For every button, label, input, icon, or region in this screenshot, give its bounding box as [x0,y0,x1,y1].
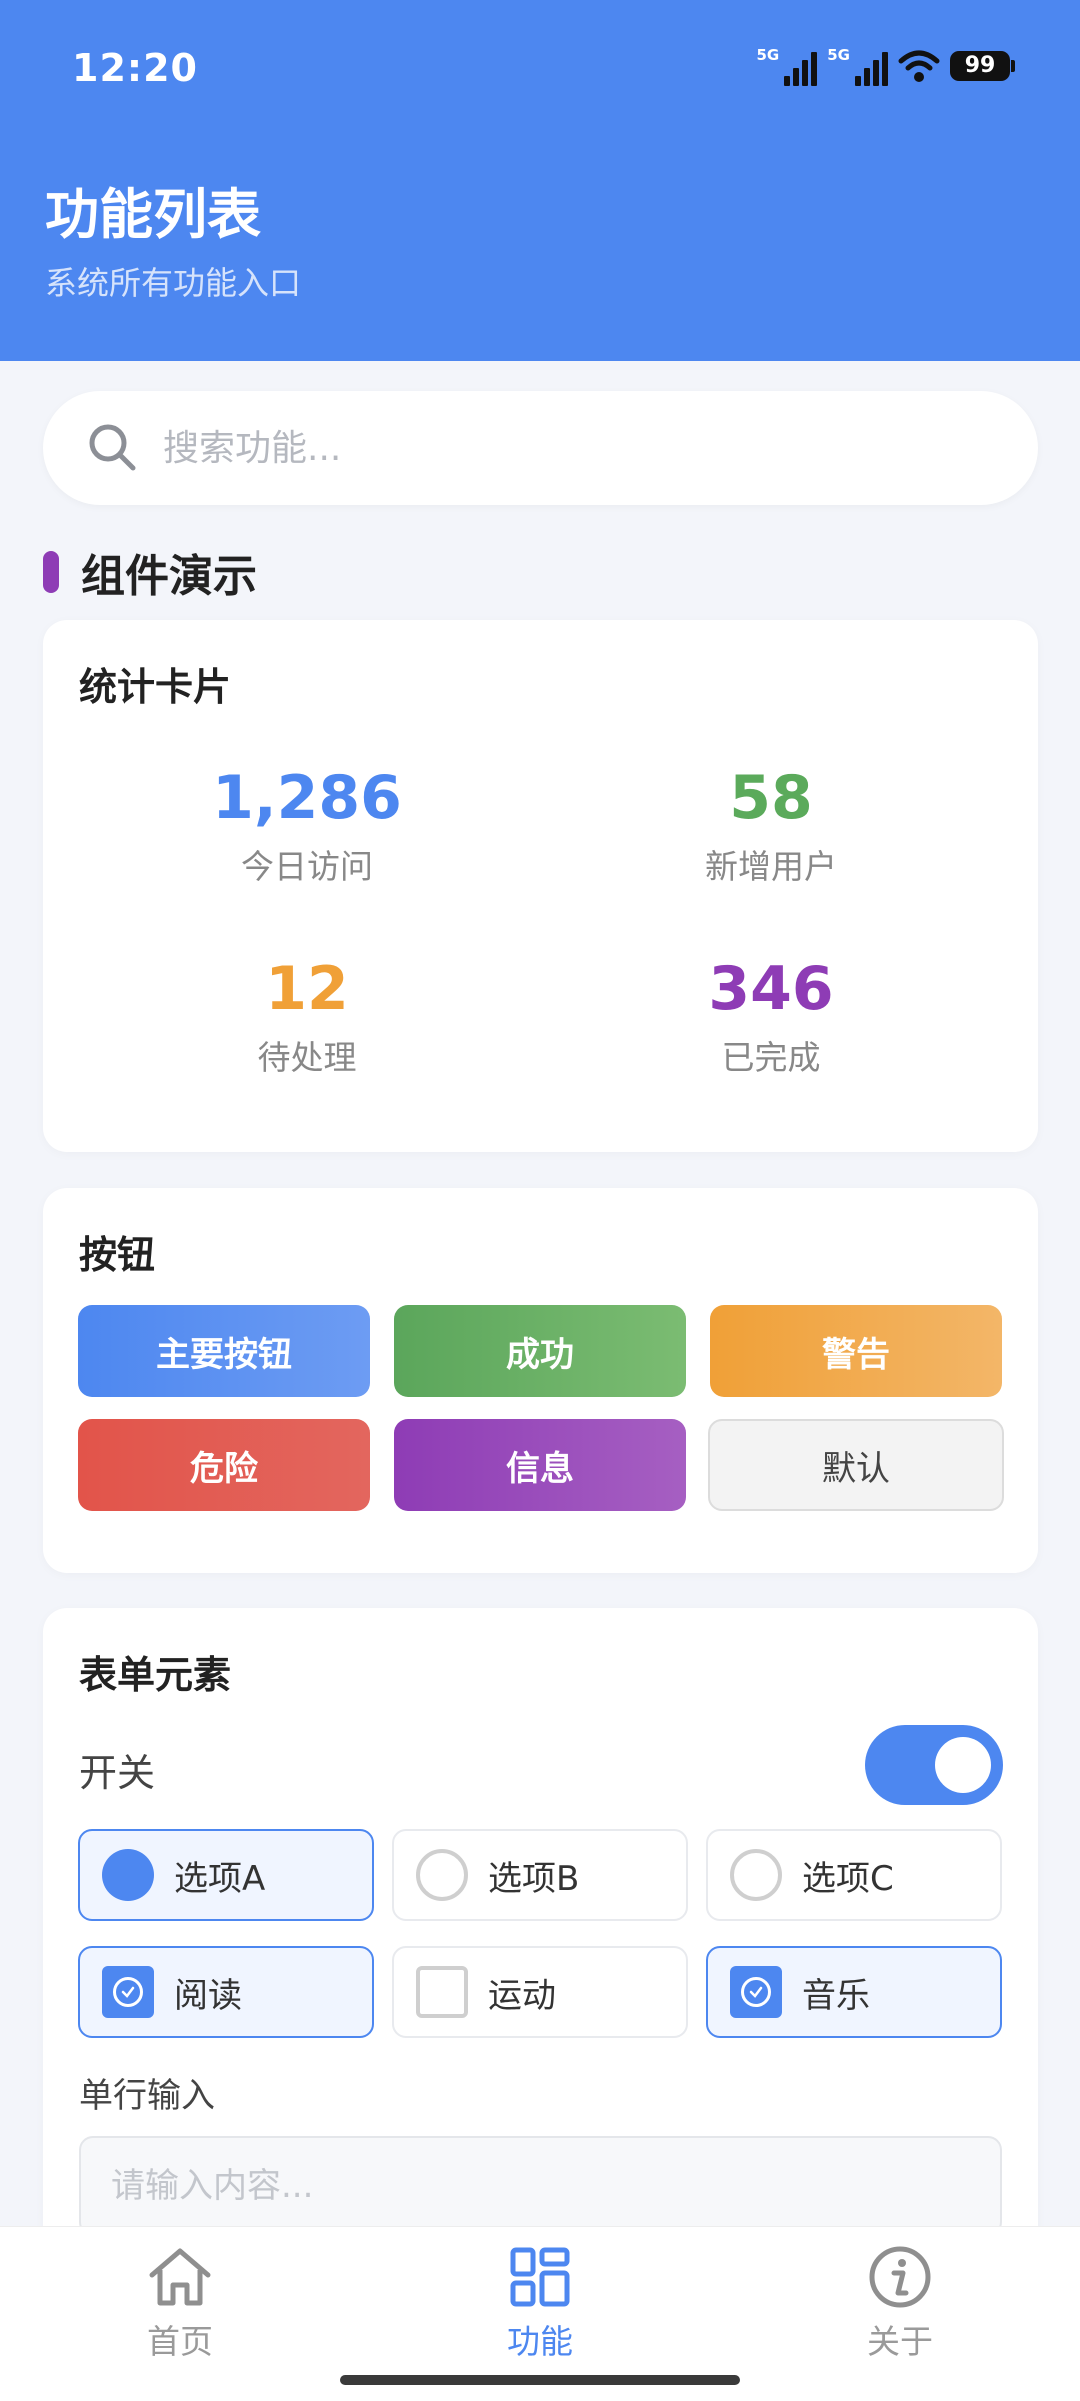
buttons-card-title: 按钮 [79,1233,156,1277]
tab-about-label: 关于 [867,2322,933,2361]
stat-label: 待处理 [257,1038,357,1077]
app-header: 12:20 5G 5G 99 功能列表 系统所有功能入口 [0,0,1080,361]
toggle-switch[interactable] [865,1725,1003,1805]
tab-home[interactable]: 首页 [0,2227,360,2367]
search-bar[interactable] [43,391,1038,505]
section-heading: 组件演示 [43,540,257,604]
radio-label: 选项B [488,1858,580,1899]
toggle-knob [935,1737,991,1793]
radio-option-c[interactable]: 选项C [706,1829,1002,1921]
stat-item: 12 待处理 [107,953,507,1079]
checkbox-music[interactable]: 音乐 [706,1946,1002,2038]
cellular-signal-icon: 5G [827,46,888,86]
checkbox-checked-icon [730,1966,782,2018]
home-icon [149,2248,211,2306]
warning-button[interactable]: 警告 [710,1305,1002,1397]
search-input[interactable] [161,426,985,470]
battery-icon: 99 [950,51,1015,81]
stat-label: 今日访问 [241,847,373,886]
search-icon [89,424,136,471]
stat-value: 346 [708,954,834,1024]
success-button[interactable]: 成功 [394,1305,686,1397]
radio-option-b[interactable]: 选项B [392,1829,688,1921]
switch-label: 开关 [79,1751,156,1795]
info-icon [869,2246,931,2308]
home-indicator [340,2375,740,2385]
grid-icon [510,2247,570,2307]
stat-item: 1,286 今日访问 [107,762,507,888]
tab-features[interactable]: 功能 [360,2227,720,2367]
stats-card: 统计卡片 1,286 今日访问 58 新增用户 12 待处理 346 已完成 [43,620,1038,1152]
stat-value: 1,286 [212,763,402,833]
radio-label: 选项C [802,1858,894,1899]
status-icons: 5G 5G 99 [757,46,1015,86]
checkbox-label: 音乐 [802,1975,870,2016]
tab-about[interactable]: 关于 [720,2227,1080,2367]
page-title: 功能列表 [45,183,261,246]
buttons-card: 按钮 主要按钮 成功 警告 危险 信息 默认 [43,1188,1038,1573]
section-title: 组件演示 [81,551,257,602]
checkbox-label: 运动 [488,1975,556,2016]
stat-item: 346 已完成 [571,953,971,1079]
page-subtitle: 系统所有功能入口 [45,264,302,302]
stat-item: 58 新增用户 [571,762,971,888]
danger-button[interactable]: 危险 [78,1419,370,1511]
radio-checked-icon [102,1849,154,1901]
form-card-title: 表单元素 [79,1653,232,1697]
status-time: 12:20 [72,46,198,90]
primary-button[interactable]: 主要按钮 [78,1305,370,1397]
radio-unchecked-icon [416,1849,468,1901]
checkbox-unchecked-icon [416,1966,468,2018]
checkbox-reading[interactable]: 阅读 [78,1946,374,2038]
info-button[interactable]: 信息 [394,1419,686,1511]
radio-label: 选项A [174,1858,266,1899]
checkbox-checked-icon [102,1966,154,2018]
stat-label: 已完成 [721,1038,821,1077]
default-button[interactable]: 默认 [708,1419,1004,1511]
checkbox-label: 阅读 [174,1975,242,2016]
single-line-input[interactable] [79,2136,1002,2236]
stat-value: 58 [729,763,813,833]
input-label: 单行输入 [79,2076,215,2116]
form-card: 表单元素 开关 选项A 选项B 选项C 阅读 运动 音乐 单行输入 [43,1608,1038,2308]
radio-option-a[interactable]: 选项A [78,1829,374,1921]
stats-card-title: 统计卡片 [79,665,232,709]
tab-features-label: 功能 [507,2322,573,2361]
tab-home-label: 首页 [147,2322,213,2361]
radio-unchecked-icon [730,1849,782,1901]
stat-label: 新增用户 [705,847,837,886]
stat-value: 12 [265,954,349,1024]
section-accent-bar [43,551,59,593]
checkbox-sports[interactable]: 运动 [392,1946,688,2038]
wifi-icon [898,50,940,82]
cellular-signal-icon: 5G [757,46,818,86]
